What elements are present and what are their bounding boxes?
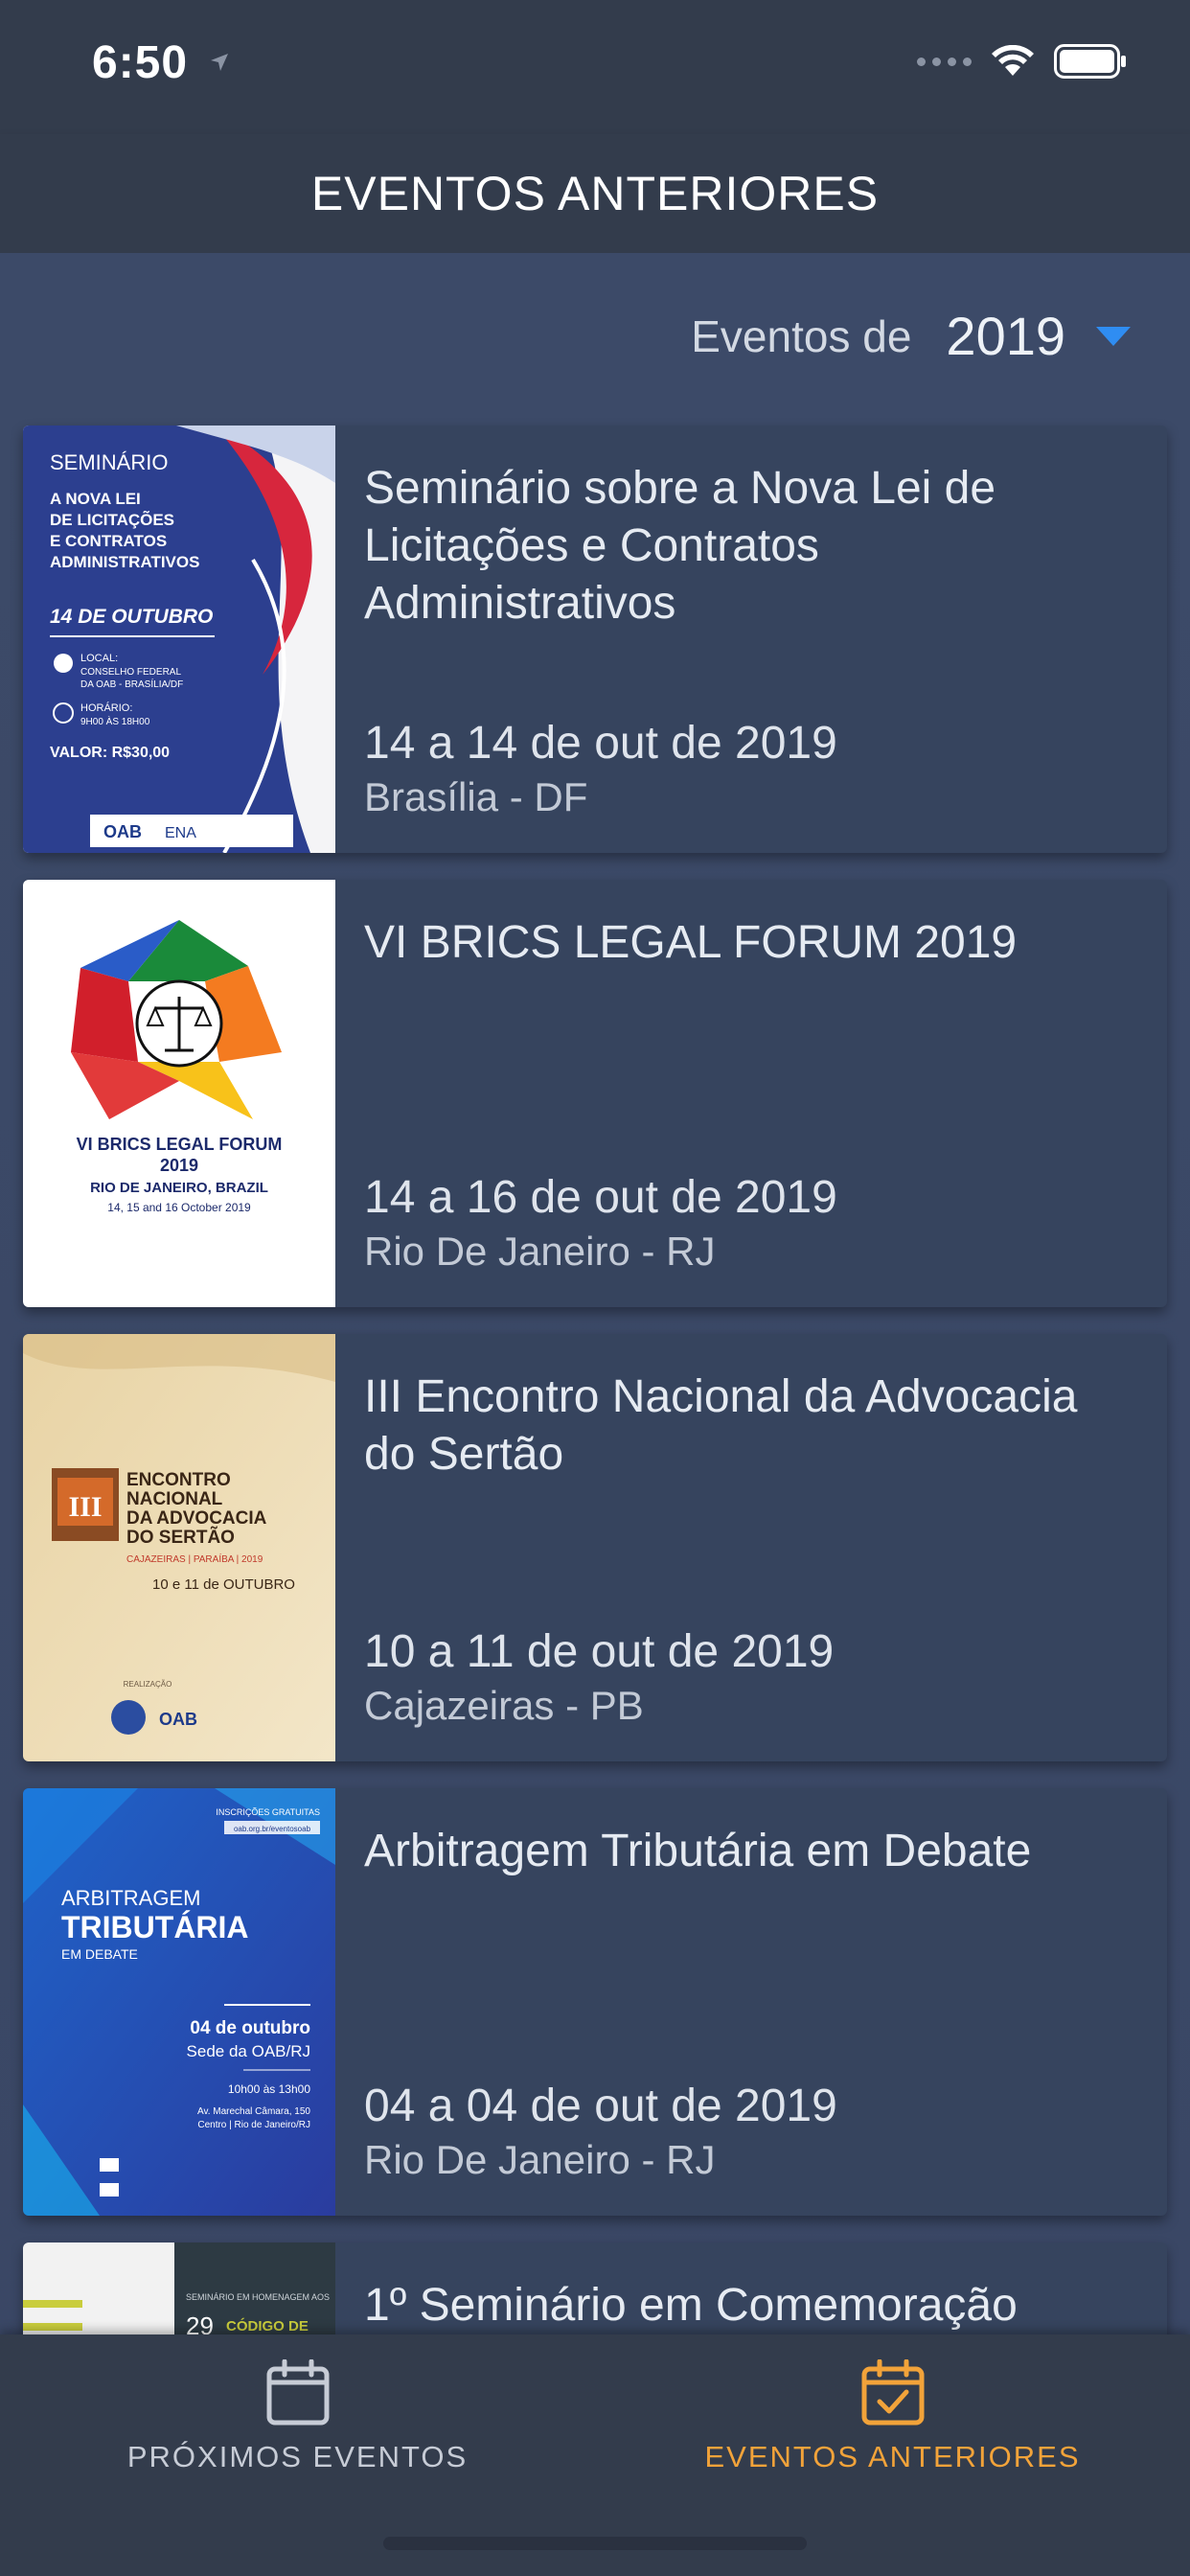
year-selector[interactable]: Eventos de 2019 (691, 305, 1131, 367)
poster-line: RIO DE JANEIRO, BRAZIL (90, 1180, 268, 1196)
poster-venue: Sede da OAB/RJ (187, 2042, 310, 2060)
poster-logo-oab: OAB (103, 822, 142, 841)
poster-heading-line: ENCONTRO (126, 1470, 231, 1490)
poster-local-label: LOCAL: (80, 653, 118, 664)
event-poster-image: SEMINÁRIO EM HOMENAGEM AOS 29 CÓDIGO DE (23, 2242, 335, 2334)
status-time: 6:50 (92, 37, 189, 88)
poster-heading-line: ADMINISTRATIVOS (50, 553, 199, 571)
home-indicator[interactable] (383, 2537, 807, 2550)
poster-logo-ena: ENA (165, 825, 196, 841)
year-selector-label: Eventos de (691, 310, 912, 361)
status-bar: 6:50 (0, 0, 1190, 134)
poster-heading-line: DO SERTÃO (126, 1527, 235, 1548)
poster-local-line: DA OAB - BRASÍLIA/DF (80, 678, 183, 690)
poster-seminario-licitacoes: SEMINÁRIO A NOVA LEI DE LICITAÇÕES E CON… (23, 426, 335, 853)
poster-days: 10 e 11 de OUTUBRO (152, 1576, 295, 1593)
event-card-body: III Encontro Nacional da Advocacia do Se… (364, 1368, 1133, 1761)
page-title: EVENTOS ANTERIORES (310, 167, 880, 220)
event-card-body: Seminário sobre a Nova Lei de Licitações… (364, 460, 1133, 853)
poster-word: EM DEBATE (61, 1946, 138, 1962)
event-card-body: Arbitragem Tributária em Debate 04 a 04 … (364, 1823, 1133, 2216)
event-date: 14 a 14 de out de 2019 (364, 718, 837, 769)
events-list-container[interactable]: Eventos de 2019 SEMINÁRIO A NOVA LEI DE … (0, 253, 1190, 2334)
poster-line: 2019 (160, 1156, 198, 1175)
poster-numeral: III (68, 1491, 102, 1523)
event-poster-image: VI BRICS LEGAL FORUM 2019 RIO DE JANEIRO… (23, 880, 335, 1307)
status-indicators (917, 44, 1127, 79)
event-card[interactable]: INSCRIÇÕES GRATUITAS oab.org.br/eventoso… (23, 1788, 1167, 2216)
poster-encontro-sertao: III ENCONTRO NACIONAL DA ADVOCACIA DO SE… (23, 1334, 335, 1761)
poster-date: 04 de outubro (190, 2018, 310, 2038)
event-location: Rio De Janeiro - RJ (364, 2137, 716, 2182)
event-title: 1º Seminário em Comemoração (364, 2280, 1018, 2331)
poster-site: oab.org.br/eventosoab (234, 1825, 311, 1833)
wifi-icon (992, 45, 1034, 76)
poster-kicker: SEMINÁRIO (50, 450, 168, 474)
poster-top-line: INSCRIÇÕES GRATUITAS (216, 1807, 320, 1817)
poster-time: 10h00 às 13h00 (228, 2082, 310, 2096)
tab-eventos-anteriores[interactable]: EVENTOS ANTERIORES (595, 2334, 1190, 2507)
event-poster-image: SEMINÁRIO A NOVA LEI DE LICITAÇÕES E CON… (23, 426, 335, 853)
location-arrow-icon (211, 54, 228, 71)
poster-time-label: HORÁRIO: (80, 702, 132, 714)
tab-proximos-eventos[interactable]: PRÓXIMOS EVENTOS (0, 2334, 595, 2507)
poster-arbitragem-tributaria: INSCRIÇÕES GRATUITAS oab.org.br/eventoso… (23, 1788, 335, 2216)
event-card[interactable]: III ENCONTRO NACIONAL DA ADVOCACIA DO SE… (23, 1334, 1167, 1761)
event-location: Cajazeiras - PB (364, 1683, 644, 1728)
poster-big: 29 (186, 2312, 214, 2334)
calendar-icon (266, 2359, 329, 2426)
poster-line: 14, 15 and 16 October 2019 (107, 1201, 251, 1214)
event-card-body: VI BRICS LEGAL FORUM 2019 14 a 16 de out… (364, 914, 1133, 1307)
cellular-signal-icon (917, 57, 972, 66)
calendar-check-icon (861, 2359, 924, 2426)
tab-label: PRÓXIMOS EVENTOS (126, 2440, 469, 2473)
poster-line: VI BRICS LEGAL FORUM (77, 1135, 283, 1154)
poster-address: Av. Marechal Câmara, 150 (197, 2106, 310, 2117)
battery-icon (1054, 44, 1126, 79)
poster-local-line: CONSELHO FEDERAL (80, 667, 181, 678)
poster-time: 9H00 ÀS 18H00 (80, 715, 150, 727)
poster-top-line: SEMINÁRIO EM HOMENAGEM AOS (186, 2292, 330, 2302)
event-card[interactable]: VI BRICS LEGAL FORUM 2019 RIO DE JANEIRO… (23, 880, 1167, 1307)
event-date: 04 a 04 de out de 2019 (364, 2081, 837, 2131)
poster-word: ARBITRAGEM (61, 1886, 200, 1910)
event-title: Seminário sobre a Nova Lei de Licitações… (364, 463, 996, 629)
poster-heading-line: NACIONAL (126, 1489, 223, 1509)
event-title: Arbitragem Tributária em Debate (364, 1826, 1032, 1876)
poster-place: CAJAZEIRAS | PARAÍBA | 2019 (126, 1552, 263, 1565)
event-title: VI BRICS LEGAL FORUM 2019 (364, 917, 1018, 968)
poster-brics-forum: VI BRICS LEGAL FORUM 2019 RIO DE JANEIRO… (23, 880, 335, 1307)
event-poster-image: INSCRIÇÕES GRATUITAS oab.org.br/eventoso… (23, 1788, 335, 2216)
year-selector-value[interactable]: 2019 (946, 305, 1065, 367)
poster-address: Centro | Rio de Janeiro/RJ (197, 2120, 310, 2130)
tab-bar: PRÓXIMOS EVENTOS EVENTOS ANTERIORES (0, 2334, 1190, 2576)
poster-credit: REALIZAÇÃO (124, 1680, 172, 1689)
navigation-bar: EVENTOS ANTERIORES (0, 134, 1190, 253)
poster-heading-line: DE LICITAÇÕES (50, 510, 174, 529)
event-card[interactable]: SEMINÁRIO EM HOMENAGEM AOS 29 CÓDIGO DE … (23, 2242, 1167, 2334)
event-title: III Encontro Nacional da Advocacia do Se… (364, 1371, 1078, 1480)
event-card[interactable]: SEMINÁRIO A NOVA LEI DE LICITAÇÕES E CON… (23, 426, 1167, 853)
poster-logo-oab: OAB (159, 1710, 197, 1729)
event-date: 14 a 16 de out de 2019 (364, 1172, 837, 1223)
poster-code: CÓDIGO DE (226, 2317, 309, 2334)
poster-word: TRIBUTÁRIA (61, 1910, 249, 1944)
event-location: Brasília - DF (364, 774, 588, 819)
event-card-body: 1º Seminário em Comemoração (364, 2277, 1133, 2334)
caret-down-icon[interactable] (1096, 326, 1131, 346)
event-location: Rio De Janeiro - RJ (364, 1229, 716, 1274)
poster-heading-line: DA ADVOCACIA (126, 1508, 267, 1529)
poster-heading-line: E CONTRATOS (50, 532, 167, 550)
tab-label: EVENTOS ANTERIORES (704, 2440, 1081, 2473)
poster-price: VALOR: R$30,00 (50, 745, 170, 761)
event-poster-image: III ENCONTRO NACIONAL DA ADVOCACIA DO SE… (23, 1334, 335, 1761)
poster-date: 14 DE OUTUBRO (50, 606, 213, 628)
poster-seminario-comemoracao: SEMINÁRIO EM HOMENAGEM AOS 29 CÓDIGO DE (23, 2242, 335, 2334)
poster-heading-line: A NOVA LEI (50, 490, 141, 508)
event-date: 10 a 11 de out de 2019 (364, 1626, 835, 1677)
